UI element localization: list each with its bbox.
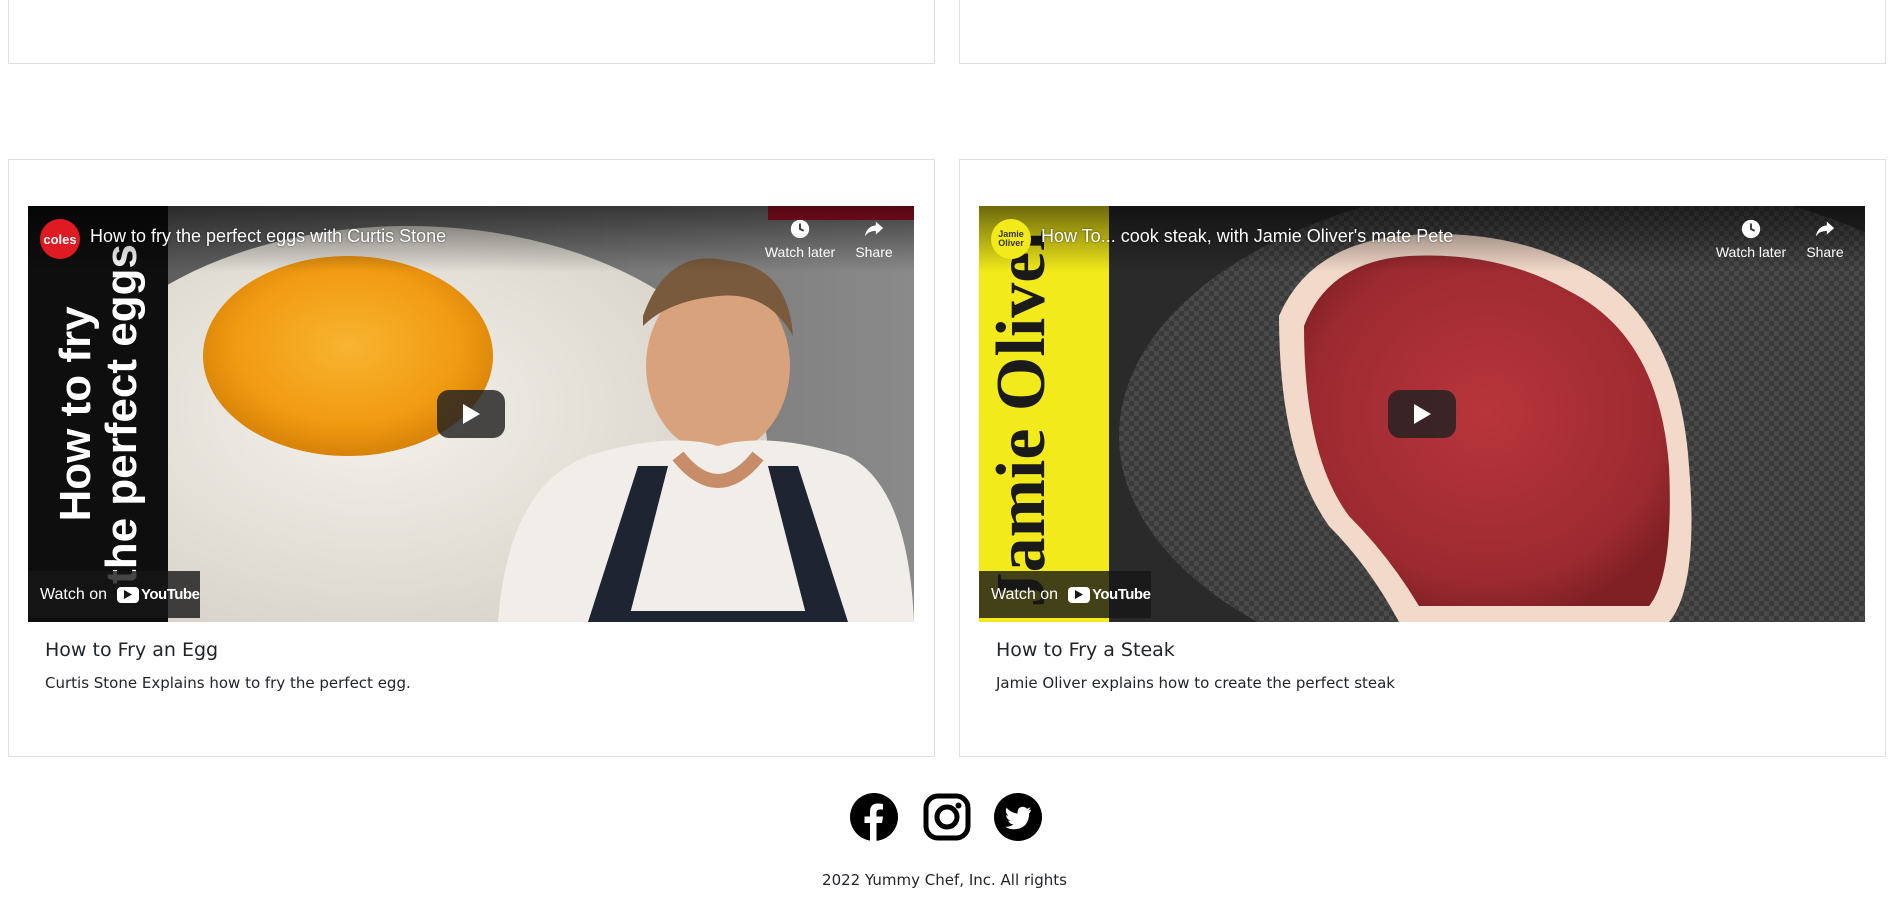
video-player-egg[interactable]: How to frythe perfect eggs coles How to …: [28, 206, 914, 622]
play-button[interactable]: [437, 390, 505, 438]
youtube-wordmark: YouTube: [141, 586, 200, 603]
share-label: Share: [1806, 244, 1844, 260]
card-egg: How to frythe perfect eggs coles How to …: [8, 159, 935, 757]
video-title[interactable]: How To... cook steak, with Jamie Oliver'…: [1041, 226, 1453, 247]
play-icon: [463, 404, 480, 424]
share-label: Share: [855, 244, 893, 260]
card-text: Curtis Stone Explains how to fry the per…: [45, 674, 411, 692]
watch-on-label: Watch on: [991, 585, 1058, 603]
video-player-steak[interactable]: Jamie Oliver Jamie Oliver How To... cook…: [979, 206, 1865, 622]
watch-later-button[interactable]: Watch later: [1711, 218, 1791, 260]
channel-logo[interactable]: Jamie Oliver: [991, 219, 1031, 259]
youtube-play-icon: [117, 586, 139, 603]
channel-logo[interactable]: coles: [40, 219, 80, 259]
watch-later-label: Watch later: [764, 244, 836, 260]
share-button[interactable]: Share: [1785, 218, 1865, 260]
watch-later-label: Watch later: [1715, 244, 1787, 260]
clock-icon: [1741, 219, 1761, 239]
card-top-right: [959, 0, 1886, 64]
instagram-icon[interactable]: [922, 792, 972, 842]
play-button[interactable]: [1388, 390, 1456, 438]
watch-on-youtube-button[interactable]: Watch on YouTube: [28, 571, 200, 618]
card-title: How to Fry an Egg: [45, 639, 219, 661]
watch-on-youtube-button[interactable]: Watch on YouTube: [979, 571, 1151, 618]
share-icon: [1815, 221, 1835, 237]
share-button[interactable]: Share: [834, 218, 914, 260]
card-steak: Jamie Oliver Jamie Oliver How To... cook…: [959, 159, 1886, 757]
youtube-play-icon: [1068, 586, 1090, 603]
footer-copyright: 2022 Yummy Chef, Inc. All rights: [822, 871, 1067, 889]
play-icon: [1414, 404, 1431, 424]
card-title: How to Fry a Steak: [996, 639, 1175, 661]
clock-icon: [790, 219, 810, 239]
youtube-logo: YouTube: [1068, 586, 1151, 603]
watch-on-label: Watch on: [40, 585, 107, 603]
twitter-icon[interactable]: [993, 792, 1043, 842]
thumb-text: Jamie Oliver: [983, 221, 1060, 608]
facebook-icon[interactable]: [849, 792, 899, 842]
youtube-logo: YouTube: [117, 586, 200, 603]
card-top-left: [8, 0, 935, 64]
video-title[interactable]: How to fry the perfect eggs with Curtis …: [90, 226, 446, 247]
card-text: Jamie Oliver explains how to create the …: [996, 674, 1395, 692]
watch-later-button[interactable]: Watch later: [760, 218, 840, 260]
youtube-wordmark: YouTube: [1092, 586, 1151, 603]
share-icon: [864, 221, 884, 237]
